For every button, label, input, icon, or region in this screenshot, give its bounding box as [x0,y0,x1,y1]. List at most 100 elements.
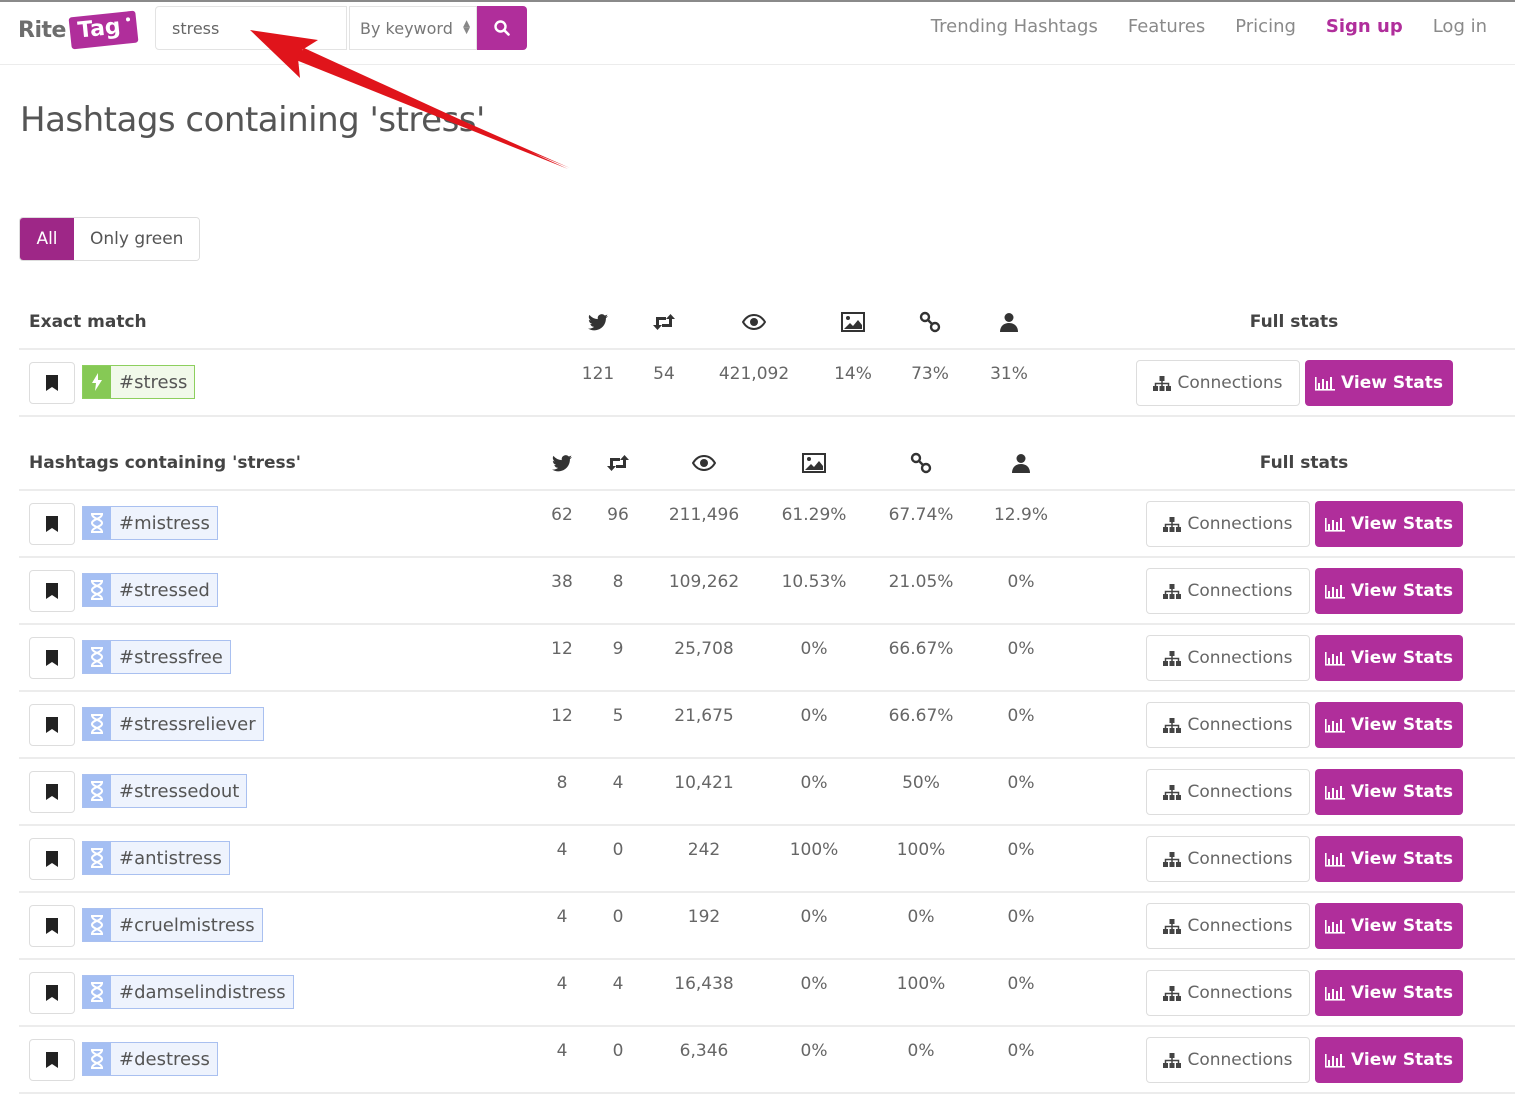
bookmark-button[interactable] [29,972,75,1014]
view-stats-label: View Stats [1351,1050,1453,1070]
hashtag-badge[interactable]: #cruelmistress [82,908,263,942]
view-stats-label: View Stats [1351,648,1453,668]
view-stats-button[interactable]: View Stats [1315,568,1463,614]
hourglass-icon [90,647,104,667]
exposure-value: 192 [687,907,721,927]
exposure-value: 25,708 [674,639,734,659]
sitemap-icon [1153,375,1172,391]
nav-sign-up[interactable]: Sign up [1326,16,1403,37]
hourglass-icon [90,982,104,1002]
connections-label: Connections [1177,373,1283,393]
filter-all-button[interactable]: All [20,218,74,260]
bookmark-button[interactable] [29,503,75,545]
hourglass-icon [90,848,104,868]
mentions-value: 0% [1007,639,1035,659]
search-input[interactable] [155,6,347,50]
retweet-icon [604,451,632,475]
exposure-value: 21,675 [674,706,734,726]
search-button[interactable] [477,6,527,50]
link-icon [916,310,944,334]
bookmark-button[interactable] [29,905,75,947]
bookmark-button[interactable] [29,362,75,404]
links-value: 0% [907,1041,935,1061]
containing-title: Hashtags containing 'stress' [29,453,301,473]
bar-chart-icon [1325,987,1346,1001]
bookmark-button[interactable] [29,1039,75,1081]
tag-status-icon [83,842,111,874]
bookmark-button[interactable] [29,637,75,679]
bar-chart-icon [1325,585,1346,599]
connections-button[interactable]: Connections [1146,769,1310,815]
connections-button[interactable]: Connections [1146,970,1310,1016]
view-stats-label: View Stats [1351,916,1453,936]
hashtag-badge[interactable]: #stressfree [82,640,231,674]
filter-only-green-button[interactable]: Only green [74,218,200,260]
table-header: Exact match Full stats [19,292,1515,350]
connections-button[interactable]: Connections [1146,501,1310,547]
view-stats-button[interactable]: View Stats [1315,970,1463,1016]
connections-button[interactable]: Connections [1146,702,1310,748]
nav-features[interactable]: Features [1128,16,1205,37]
search-mode-select[interactable]: By keyword ▲ ▼ [349,6,477,50]
connections-button[interactable]: Connections [1146,903,1310,949]
connections-button[interactable]: Connections [1146,635,1310,681]
connections-button[interactable]: Connections [1146,836,1310,882]
hashtag-badge[interactable]: #mistress [82,506,218,540]
connections-label: Connections [1187,1050,1293,1070]
retweets-value: 54 [653,364,675,384]
tweets-value: 38 [551,572,573,592]
table-row: #stressedout 8 4 10,421 0% 50% 0% Connections Vi… [19,759,1515,826]
links-value: 66.67% [888,639,954,659]
ritetag-logo[interactable]: Rite Tag [18,8,139,52]
exposure-value: 421,092 [718,364,790,384]
view-stats-button[interactable]: View Stats [1305,360,1453,406]
hashtag-label: #mistress [119,512,210,534]
view-stats-button[interactable]: View Stats [1315,501,1463,547]
view-stats-button[interactable]: View Stats [1315,769,1463,815]
view-stats-button[interactable]: View Stats [1315,1037,1463,1083]
hashtag-badge[interactable]: #damselindistress [82,975,294,1009]
hashtag-badge[interactable]: #destress [82,1042,218,1076]
bookmark-button[interactable] [29,704,75,746]
hashtag-badge[interactable]: #antistress [82,841,230,875]
view-stats-button[interactable]: View Stats [1315,635,1463,681]
image-icon [800,451,828,475]
connections-label: Connections [1187,715,1293,735]
hashtag-badge[interactable]: #stressreliever [82,707,264,741]
search-icon [494,20,510,36]
images-value: 14% [834,364,872,384]
mentions-value: 0% [1007,974,1035,994]
connections-button[interactable]: Connections [1136,360,1300,406]
hashtag-badge[interactable]: #stress [82,365,196,399]
hashtag-badge[interactable]: #stressedout [82,774,248,808]
retweets-value: 5 [612,706,624,726]
view-stats-button[interactable]: View Stats [1315,702,1463,748]
view-stats-label: View Stats [1351,715,1453,735]
tweets-value: 62 [551,505,573,525]
exposure-value: 16,438 [674,974,734,994]
table-header: Hashtags containing 'stress' Full stats [19,433,1515,491]
bar-chart-icon [1325,719,1346,733]
exposure-value: 211,496 [668,505,740,525]
bookmark-button[interactable] [29,570,75,612]
sitemap-icon [1163,918,1182,934]
nav-pricing[interactable]: Pricing [1235,16,1296,37]
hashtag-label: #stressedout [119,780,240,802]
bar-chart-icon [1325,518,1346,532]
tweets-value: 8 [556,773,568,793]
user-icon [995,310,1023,334]
view-stats-label: View Stats [1351,782,1453,802]
hashtag-badge[interactable]: #stressed [82,573,218,607]
nav-trending-hashtags[interactable]: Trending Hashtags [931,16,1098,37]
view-stats-button[interactable]: View Stats [1315,836,1463,882]
tag-status-icon [83,574,111,606]
containing-table: Hashtags containing 'stress' Full stats … [19,433,1515,1094]
view-stats-button[interactable]: View Stats [1315,903,1463,949]
connections-button[interactable]: Connections [1146,1037,1310,1083]
tag-status-icon [83,366,111,398]
bookmark-button[interactable] [29,771,75,813]
connections-button[interactable]: Connections [1146,568,1310,614]
images-value: 10.53% [781,572,847,592]
nav-log-in[interactable]: Log in [1433,16,1487,37]
bookmark-button[interactable] [29,838,75,880]
